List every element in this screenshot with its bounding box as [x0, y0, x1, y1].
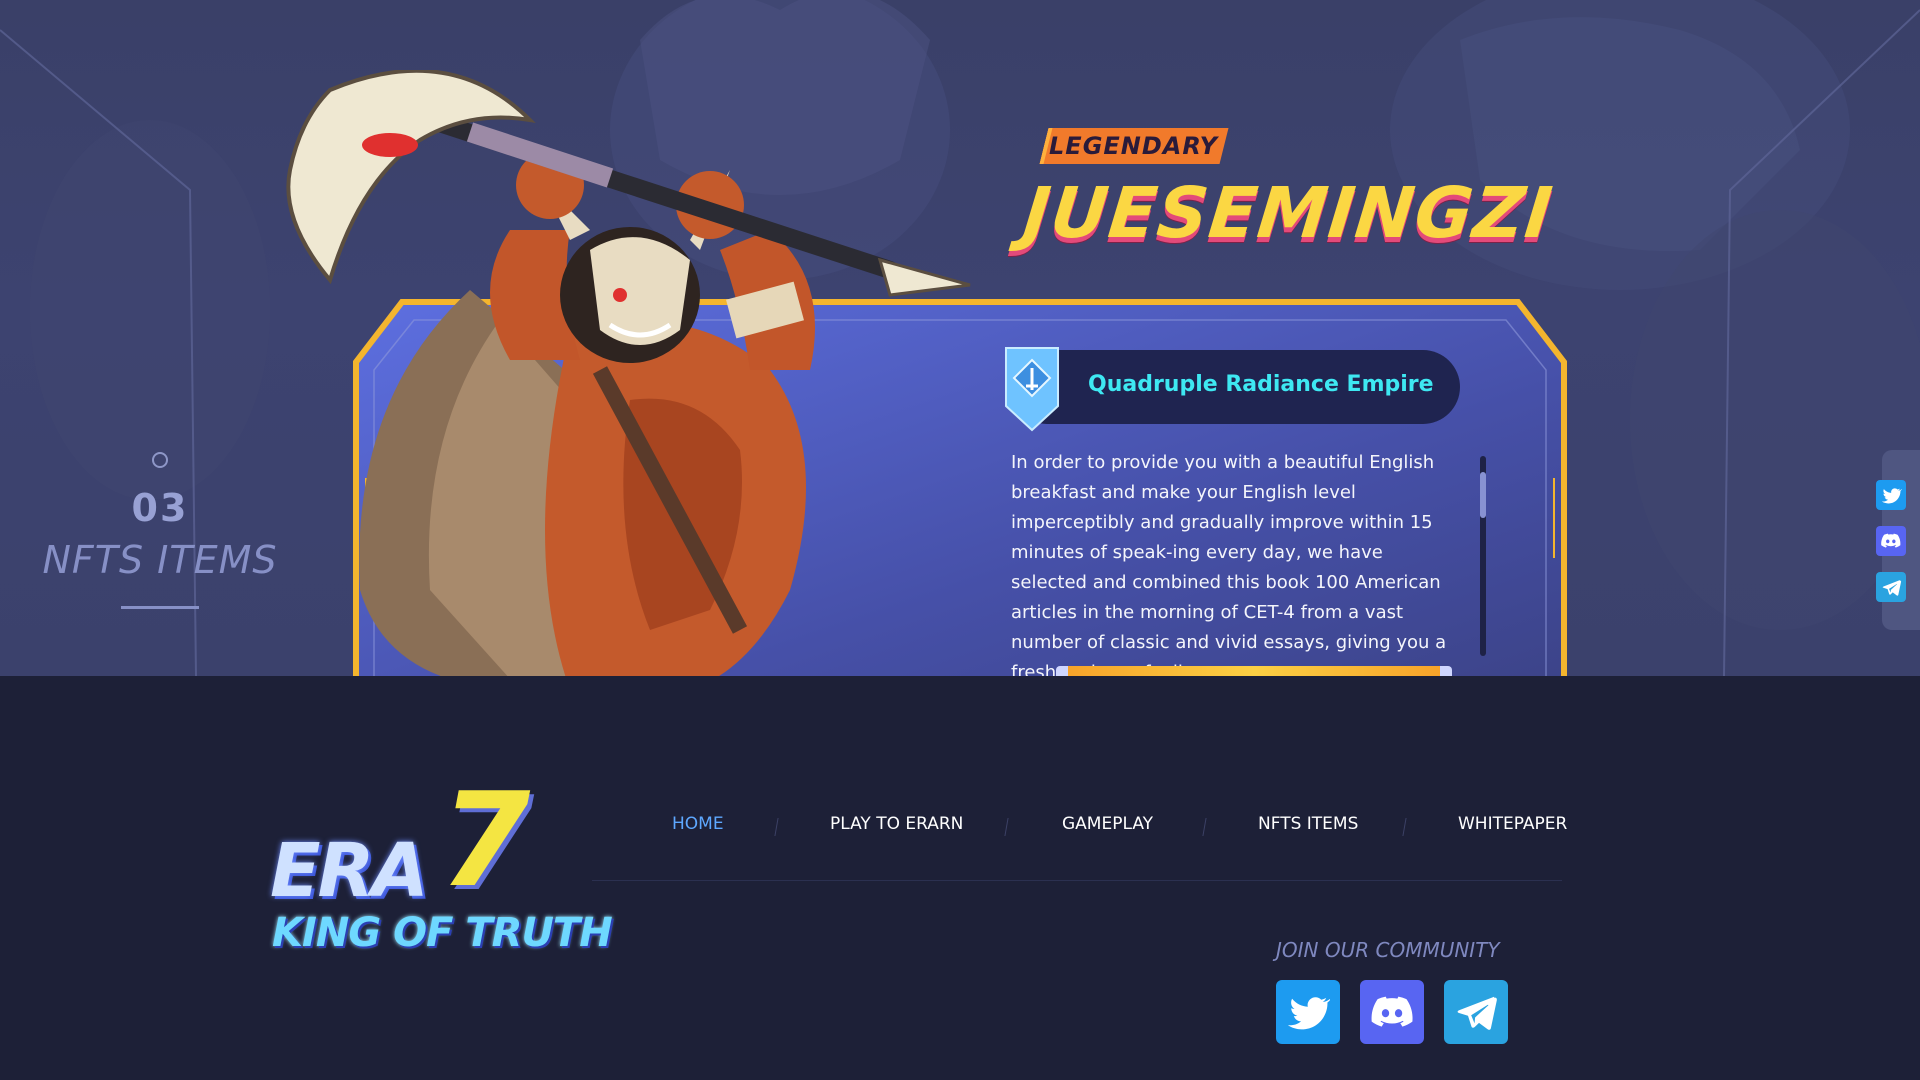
- nav-divider: [592, 880, 1562, 881]
- community-title: JOIN OUR COMMUNITY: [1276, 938, 1500, 962]
- rail-twitter-icon[interactable]: [1876, 480, 1906, 510]
- logo-era-text: ERA: [270, 828, 429, 914]
- nav-item-home[interactable]: HOME: [672, 814, 724, 834]
- section-number: 03: [131, 486, 189, 530]
- section-underline: [121, 606, 199, 609]
- rarity-badge: LEGENDARY: [1039, 128, 1229, 164]
- section-dot[interactable]: [152, 452, 168, 468]
- character-illustration: [286, 70, 971, 676]
- community-twitter-button[interactable]: [1276, 980, 1340, 1044]
- section-name: NFTS ITEMS: [42, 538, 278, 582]
- nav-item-whitepaper[interactable]: WHITEPAPER: [1458, 814, 1567, 834]
- nav-separator: [774, 818, 779, 836]
- rail-telegram-icon[interactable]: [1876, 572, 1906, 602]
- nav-separator: [1402, 818, 1407, 836]
- description-scroll-thumb[interactable]: [1480, 472, 1486, 518]
- twitter-icon: [1287, 996, 1331, 1029]
- telegram-icon: [1457, 996, 1497, 1030]
- footer-nav: HOME PLAY TO ERARN GAMEPLAY NFTS ITEMS W…: [592, 814, 1592, 854]
- twitter-icon: [1881, 487, 1902, 503]
- rarity-label: LEGENDARY: [1049, 132, 1219, 160]
- nav-item-play-to-earn[interactable]: PLAY TO ERARN: [830, 814, 963, 834]
- rail-discord-icon[interactable]: [1876, 526, 1906, 556]
- community-discord-button[interactable]: [1360, 980, 1424, 1044]
- character-name: JUESEMINGZI: [1019, 172, 1557, 254]
- community-telegram-button[interactable]: [1444, 980, 1508, 1044]
- character-description: In order to provide you with a beautiful…: [1011, 452, 1447, 676]
- section-indicator: 03 NFTS ITEMS: [40, 452, 280, 609]
- nft-hero-section: 03 NFTS ITEMS LEGENDARY JUESEMINGZI Quad…: [0, 0, 1920, 676]
- nav-item-nfts-items[interactable]: NFTS ITEMS: [1258, 814, 1358, 834]
- nav-separator: [1202, 818, 1207, 836]
- faction-shield-icon: [1005, 347, 1059, 432]
- nav-separator: [1004, 818, 1009, 836]
- card-action-button[interactable]: [1056, 666, 1452, 676]
- nav-item-gameplay[interactable]: GAMEPLAY: [1062, 814, 1153, 834]
- discord-icon: [1881, 533, 1901, 548]
- discord-icon: [1371, 996, 1413, 1027]
- faction-name: Quadruple Radiance Empire: [1088, 372, 1434, 397]
- telegram-icon: [1882, 579, 1901, 596]
- logo-tagline: KING OF TRUTH: [272, 910, 613, 956]
- logo-seven-text: 7: [440, 764, 531, 916]
